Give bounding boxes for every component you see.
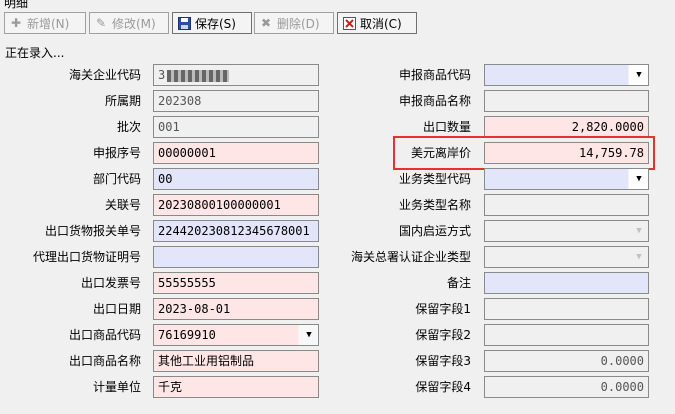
chevron-down-icon[interactable]: ▼ [631,170,647,188]
reserved-1-field[interactable] [484,298,649,320]
label-customs-code: 海关企业代码 [68,68,141,82]
agent-cert-no-field[interactable] [153,246,319,268]
export-qty-field[interactable]: 2,820.0000 [484,116,649,138]
cert-enterprise-type-combo[interactable]: ▼ [484,246,649,268]
decl-goods-code-combo[interactable]: ▼ [484,64,649,86]
label-export-goods-code: 出口商品代码 [68,328,141,342]
label-export-date: 出口日期 [92,302,141,316]
chevron-down-icon[interactable]: ▼ [301,326,317,344]
chevron-down-icon[interactable]: ▼ [631,222,647,240]
save-button-label: 保存(S) [195,16,236,31]
delete-x-icon: ✖ [260,16,272,30]
biz-type-code-combo[interactable]: ▼ [484,168,649,190]
cancel-button-label: 取消(C) [360,16,402,31]
label-decl-goods-code: 申报商品代码 [398,68,471,82]
customs-code-field[interactable]: 3 [153,64,319,86]
label-export-qty: 出口数量 [422,120,471,134]
customs-decl-no-field[interactable]: 224420230812345678001 [153,220,319,242]
reserved-3-field[interactable]: 0.0000 [484,350,649,372]
edit-button[interactable]: ✎ 修改(M) [89,12,169,34]
status-text: 正在录入... [5,46,65,60]
label-domestic-ship-mode: 国内启运方式 [398,224,471,238]
dept-code-field[interactable]: 00 [153,168,319,190]
biz-type-name-field[interactable] [484,194,649,216]
export-goods-code-combo[interactable]: 76169910 ▼ [153,324,319,346]
chevron-down-icon[interactable]: ▼ [631,248,647,266]
cancel-button[interactable]: 取消(C) [337,12,417,34]
redacted-mask [167,69,230,82]
label-invoice-no: 出口发票号 [80,276,141,290]
customs-code-value: 3 [158,68,166,82]
save-disk-icon [177,16,191,30]
reserved-2-field[interactable] [484,324,649,346]
chevron-down-icon[interactable]: ▼ [631,66,647,84]
label-remark: 备注 [446,276,471,290]
label-agent-cert-no: 代理出口货物证明号 [32,250,141,264]
label-link-no: 关联号 [104,198,141,212]
label-reserved-4: 保留字段4 [415,380,471,394]
invoice-no-field[interactable]: 55555555 [153,272,319,294]
edit-button-label: 修改(M) [112,16,156,31]
window-title: 明细 [4,0,29,10]
edit-icon: ✎ [95,16,107,30]
decl-goods-name-field[interactable] [484,90,649,112]
highlight-box [393,136,655,170]
label-biz-type-name: 业务类型名称 [398,198,471,212]
save-button[interactable]: 保存(S) [172,12,252,34]
label-reserved-2: 保留字段2 [415,328,471,342]
cancel-icon [342,16,356,30]
label-period: 所属期 [104,94,141,108]
label-export-goods-name: 出口商品名称 [68,354,141,368]
label-reserved-1: 保留字段1 [415,302,471,316]
label-declare-seq: 申报序号 [92,146,141,160]
add-button-label: 新增(N) [27,16,70,31]
export-goods-name-field[interactable]: 其他工业用铝制品 [153,350,319,372]
export-goods-code-value: 76169910 [158,328,216,342]
unit-field[interactable]: 千克 [153,376,319,398]
label-biz-type-code: 业务类型代码 [398,172,471,186]
domestic-ship-mode-combo[interactable]: ▼ [484,220,649,242]
reserved-4-field[interactable]: 0.0000 [484,376,649,398]
label-unit: 计量单位 [92,380,141,394]
add-button[interactable]: ✚ 新增(N) [4,12,86,34]
plus-icon: ✚ [10,16,22,30]
link-no-field[interactable]: 20230800100000001 [153,194,319,216]
delete-button-label: 删除(D) [277,16,320,31]
batch-field[interactable]: 001 [153,116,319,138]
declare-seq-field[interactable]: 00000001 [153,142,319,164]
export-date-field[interactable]: 2023-08-01 [153,298,319,320]
delete-button[interactable]: ✖ 删除(D) [254,12,334,34]
period-field[interactable]: 202308 [153,90,319,112]
label-customs-decl-no: 出口货物报关单号 [44,224,141,238]
remark-field[interactable] [484,272,649,294]
label-dept-code: 部门代码 [92,172,141,186]
label-cert-enterprise-type: 海关总署认证企业类型 [350,250,471,264]
label-decl-goods-name: 申报商品名称 [398,94,471,108]
label-reserved-3: 保留字段3 [415,354,471,368]
label-batch: 批次 [116,120,141,134]
